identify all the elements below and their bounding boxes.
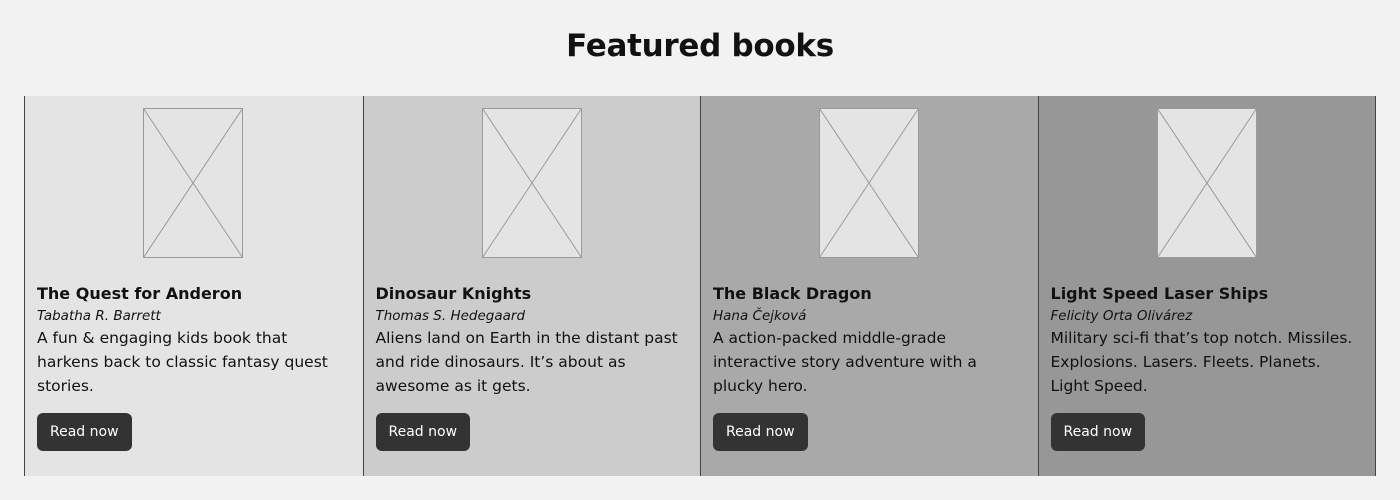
book-description: A action-packed middle-grade interactive…	[713, 329, 977, 395]
book-title: The Black Dragon	[713, 284, 872, 303]
book-info: Light Speed Laser Ships Felicity Orta Ol…	[1050, 284, 1361, 451]
book-info: Dinosaur Knights Thomas S. Hedegaard Ali…	[375, 284, 686, 451]
book-info: The Quest for Anderon Tabatha R. Barrett…	[37, 284, 347, 451]
book-info: The Black Dragon Hana Čejková A action-p…	[713, 284, 1023, 451]
book-author: Tabatha R. Barrett	[37, 308, 161, 324]
book-card: The Quest for Anderon Tabatha R. Barrett…	[25, 96, 363, 476]
book-description: Aliens land on Earth in the distant past…	[375, 329, 678, 395]
read-now-button[interactable]: Read now	[713, 413, 808, 451]
image-placeholder-icon	[143, 108, 243, 258]
book-author: Thomas S. Hedegaard	[375, 308, 526, 324]
read-now-button[interactable]: Read now	[37, 413, 132, 451]
book-author: Felicity Orta Olivárez	[1050, 308, 1193, 324]
book-card-list: The Quest for Anderon Tabatha R. Barrett…	[24, 96, 1376, 476]
read-now-button[interactable]: Read now	[1050, 413, 1146, 451]
book-cover-placeholder-image	[143, 108, 243, 258]
book-title: Light Speed Laser Ships	[1050, 284, 1269, 303]
book-card: The Black Dragon Hana Čejková A action-p…	[700, 96, 1038, 476]
page-title: Featured books	[566, 28, 834, 64]
read-now-button[interactable]: Read now	[375, 413, 471, 451]
book-description: Military sci-fi that’s top notch. Missil…	[1050, 329, 1353, 395]
book-title: The Quest for Anderon	[37, 284, 243, 303]
book-card: Dinosaur Knights Thomas S. Hedegaard Ali…	[362, 96, 700, 476]
book-cover-placeholder-image	[819, 108, 919, 258]
image-placeholder-icon	[1156, 108, 1257, 258]
book-cover-placeholder-image	[481, 108, 582, 258]
book-cover-placeholder-image	[1156, 108, 1257, 258]
book-title: Dinosaur Knights	[375, 284, 532, 303]
book-author: Hana Čejková	[713, 308, 807, 324]
image-placeholder-icon	[819, 108, 919, 258]
book-description: A fun & engaging kids book that harkens …	[37, 329, 328, 395]
book-card: Light Speed Laser Ships Felicity Orta Ol…	[1037, 96, 1375, 476]
image-placeholder-icon	[481, 108, 582, 258]
